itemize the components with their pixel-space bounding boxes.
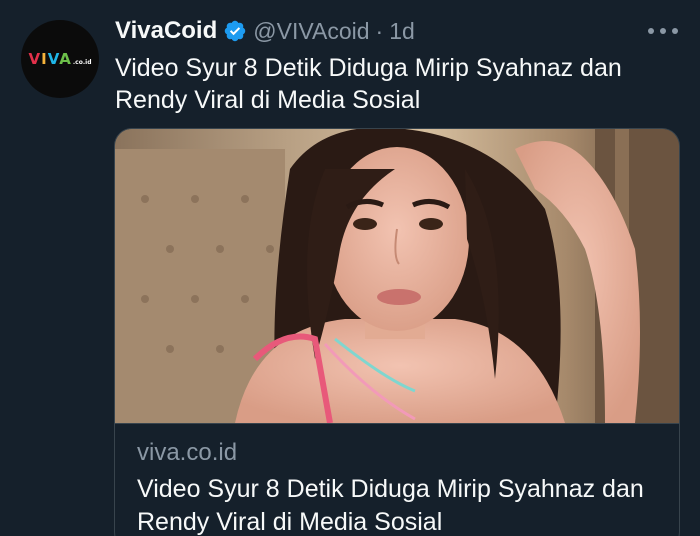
display-name[interactable]: VivaCoid xyxy=(115,17,217,45)
card-title[interactable]: Video Syur 8 Detik Diduga Mirip Syahnaz … xyxy=(137,473,657,536)
more-options-icon[interactable] xyxy=(648,22,678,40)
separator-dot: · xyxy=(375,17,384,44)
avatar[interactable]: VIVA .co.id xyxy=(21,20,99,98)
tweet[interactable]: VIVA .co.id VivaCoid @VIVAcoid · 1d Vide… xyxy=(0,0,700,536)
card-domain[interactable]: viva.co.id xyxy=(137,439,237,467)
timestamp[interactable]: 1d xyxy=(389,18,415,45)
user-handle[interactable]: @VIVAcoid xyxy=(253,18,369,45)
photo-woman-selfie xyxy=(115,129,679,423)
link-card[interactable]: viva.co.id Video Syur 8 Detik Diduga Mir… xyxy=(114,128,680,536)
tweet-header: VivaCoid @VIVAcoid · 1d xyxy=(115,14,415,48)
tweet-text: Video Syur 8 Detik Diduga Mirip Syahnaz … xyxy=(115,54,622,114)
viva-logo: VIVA .co.id xyxy=(28,50,92,68)
verified-badge-icon xyxy=(225,20,246,42)
card-image[interactable] xyxy=(115,129,679,423)
card-divider xyxy=(115,423,679,424)
